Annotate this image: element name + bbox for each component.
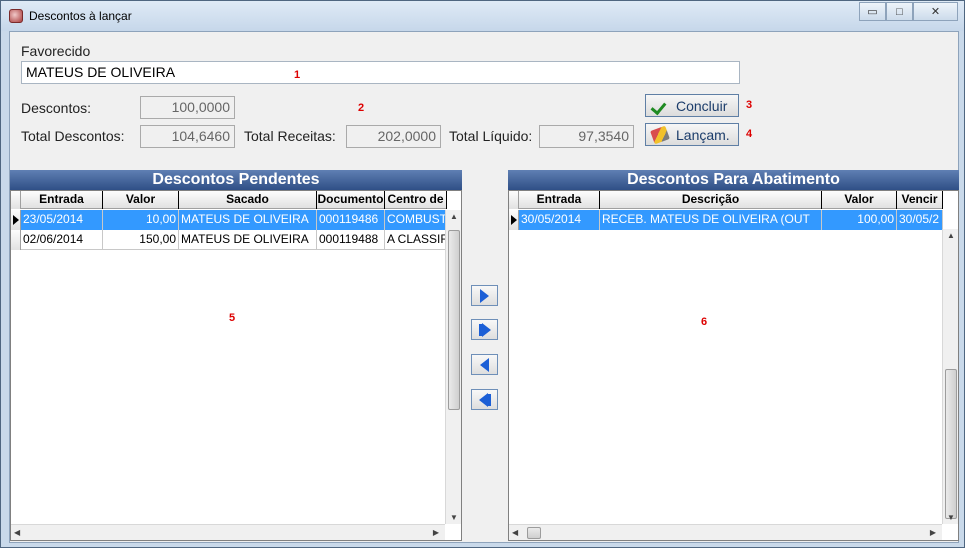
maximize-button[interactable]: □ [886,2,913,21]
pendentes-header: Entrada Valor Sacado Documento Centro de [11,191,447,209]
marker-3: 3 [746,99,753,111]
arrow-right-icon [481,322,491,337]
cell-documento: 000119486 [317,210,385,230]
cell-valor: 150,00 [103,230,179,250]
favorecido-label: Favorecido [21,43,91,59]
favorecido-field[interactable]: MATEUS DE OLIVEIRA [21,61,740,84]
move-right-button[interactable] [471,285,498,306]
col-entrada[interactable]: Entrada [519,191,600,209]
pendentes-hscrollbar[interactable]: ◀ ▶ [11,524,445,540]
current-row-indicator [509,210,519,230]
col-documento[interactable]: Documento [317,191,385,209]
marker-6: 6 [701,316,708,328]
col-valor[interactable]: Valor [103,191,179,209]
title-bar[interactable]: Descontos à lançar ▭ □ ✕ [1,1,964,31]
descontos-field[interactable]: 100,0000 [140,96,235,119]
close-button[interactable]: ✕ [913,2,958,21]
cell-vencimento: 30/05/2 [897,210,943,230]
cell-valor: 10,00 [103,210,179,230]
col-entrada[interactable]: Entrada [21,191,103,209]
marker-4: 4 [746,128,753,140]
cell-sacado: MATEUS DE OLIVEIRA [179,230,317,250]
arrow-right-icon [480,288,489,303]
cell-entrada: 30/05/2014 [519,210,600,230]
col-descricao[interactable]: Descrição [600,191,822,209]
current-row-indicator [11,210,21,230]
table-row[interactable]: 30/05/2014 RECEB. MATEUS DE OLIVEIRA (OU… [509,210,943,230]
dialog-content: Favorecido MATEUS DE OLIVEIRA 1 Desconto… [9,31,959,543]
check-icon [652,100,668,112]
cell-descricao: RECEB. MATEUS DE OLIVEIRA (OUT [600,210,822,230]
dialog-window: Descontos à lançar ▭ □ ✕ Favorecido MATE… [0,0,965,548]
arrow-left-icon [480,357,489,372]
table-row[interactable]: 23/05/2014 10,00 MATEUS DE OLIVEIRA 0001… [11,210,447,230]
header-indicator [11,191,21,209]
abatimento-vscrollbar[interactable]: ▲ ▼ [942,229,958,524]
total-liquido-label: Total Líquido: [449,128,533,144]
total-descontos-label: Total Descontos: [21,128,125,144]
scroll-thumb[interactable] [448,230,460,410]
scroll-down-icon[interactable]: ▼ [947,513,955,522]
col-centro[interactable]: Centro de [385,191,447,209]
abatimento-grid[interactable]: Entrada Descrição Valor Vencir 30/05/201… [508,190,959,541]
abatimento-hscrollbar[interactable]: ◀ ▶ [509,524,942,540]
cell-documento: 000119488 [317,230,385,250]
window-title: Descontos à lançar [29,9,132,23]
bar-icon [487,393,491,406]
app-icon [9,9,23,23]
col-vencimento[interactable]: Vencir [897,191,943,209]
pen-icon [650,125,670,144]
scroll-thumb[interactable] [945,369,957,519]
row-indicator [11,230,21,250]
cell-valor: 100,00 [822,210,897,230]
cell-entrada: 23/05/2014 [21,210,103,230]
abatimento-title: Descontos Para Abatimento [508,170,959,190]
lancam-label: Lançam. [676,126,730,143]
scroll-up-icon[interactable]: ▲ [450,212,458,221]
scroll-right-icon[interactable]: ▶ [930,528,936,537]
arrow-left-icon [478,392,488,407]
concluir-button[interactable]: Concluir [645,94,739,117]
move-all-left-button[interactable] [471,389,498,410]
marker-5: 5 [229,312,236,324]
total-receitas-label: Total Receitas: [244,128,336,144]
move-left-button[interactable] [471,354,498,375]
marker-2: 2 [358,102,365,114]
lancam-button[interactable]: Lançam. [645,123,739,146]
minimize-button[interactable]: ▭ [859,2,886,21]
scroll-left-icon[interactable]: ◀ [14,528,20,537]
concluir-label: Concluir [676,97,728,114]
pendentes-grid[interactable]: Entrada Valor Sacado Documento Centro de… [10,190,462,541]
cell-sacado: MATEUS DE OLIVEIRA [179,210,317,230]
pendentes-vscrollbar[interactable]: ▲ ▼ [445,210,461,524]
scroll-thumb[interactable] [527,527,541,539]
cell-centro: A CLASSIFI [385,230,447,250]
cell-entrada: 02/06/2014 [21,230,103,250]
scroll-up-icon[interactable]: ▲ [947,231,955,240]
move-all-right-button[interactable] [471,319,498,340]
descontos-label: Descontos: [21,100,92,116]
col-valor[interactable]: Valor [822,191,897,209]
total-receitas-field[interactable]: 202,0000 [346,125,441,148]
abatimento-header: Entrada Descrição Valor Vencir [509,191,943,209]
pendentes-title: Descontos Pendentes [10,170,462,190]
cell-centro: COMBUST [385,210,447,230]
table-row[interactable]: 02/06/2014 150,00 MATEUS DE OLIVEIRA 000… [11,230,447,250]
header-indicator [509,191,519,209]
scroll-left-icon[interactable]: ◀ [512,528,518,537]
total-liquido-field[interactable]: 97,3540 [539,125,634,148]
scroll-down-icon[interactable]: ▼ [450,513,458,522]
marker-1: 1 [294,69,301,81]
col-sacado[interactable]: Sacado [179,191,317,209]
total-descontos-field[interactable]: 104,6460 [140,125,235,148]
scroll-right-icon[interactable]: ▶ [433,528,439,537]
